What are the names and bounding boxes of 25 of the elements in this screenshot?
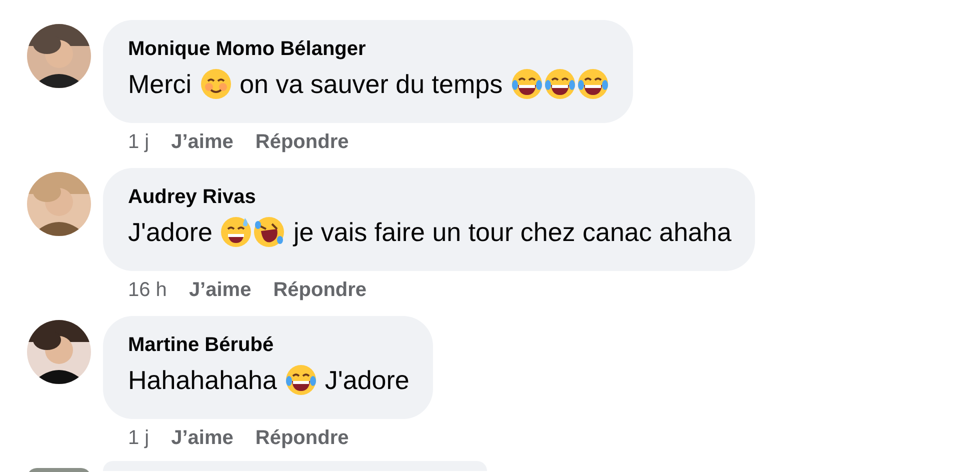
comment-text: Hahahahaha bbox=[128, 364, 277, 397]
author-name[interactable]: Martine Bérubé bbox=[128, 332, 410, 358]
like-button[interactable]: J’aime bbox=[188, 277, 252, 303]
like-button[interactable]: J’aime bbox=[171, 425, 234, 451]
reply-button[interactable]: Répondre bbox=[255, 425, 349, 451]
comment-text: J'adore bbox=[324, 364, 410, 397]
comment-text: je vais faire un tour chez canac ahaha bbox=[293, 216, 732, 249]
rolling-laughing-icon bbox=[253, 216, 286, 248]
timestamp[interactable]: 1 j bbox=[128, 425, 150, 451]
like-button[interactable]: J’aime bbox=[171, 129, 234, 155]
laughing-tears-icon bbox=[510, 68, 543, 100]
smiling-face-icon bbox=[200, 68, 232, 100]
timestamp[interactable]: 1 j bbox=[128, 129, 150, 155]
laughing-tears-icon bbox=[544, 68, 576, 100]
author-name[interactable]: Audrey Rivas bbox=[128, 184, 732, 210]
laughing-tears-icon bbox=[576, 68, 609, 100]
reply-button[interactable]: Répondre bbox=[273, 277, 367, 303]
author-name[interactable]: Monique Momo Bélanger bbox=[128, 36, 609, 62]
grinning-sweat-icon bbox=[220, 216, 252, 248]
reply-button[interactable]: Répondre bbox=[255, 129, 349, 155]
comment-text: J'adore bbox=[128, 216, 212, 249]
laughing-tears-icon bbox=[284, 364, 317, 396]
comment-text: on va sauver du temps bbox=[240, 68, 503, 101]
timestamp[interactable]: 16 h bbox=[128, 277, 167, 303]
comment-text: Merci bbox=[128, 68, 192, 101]
